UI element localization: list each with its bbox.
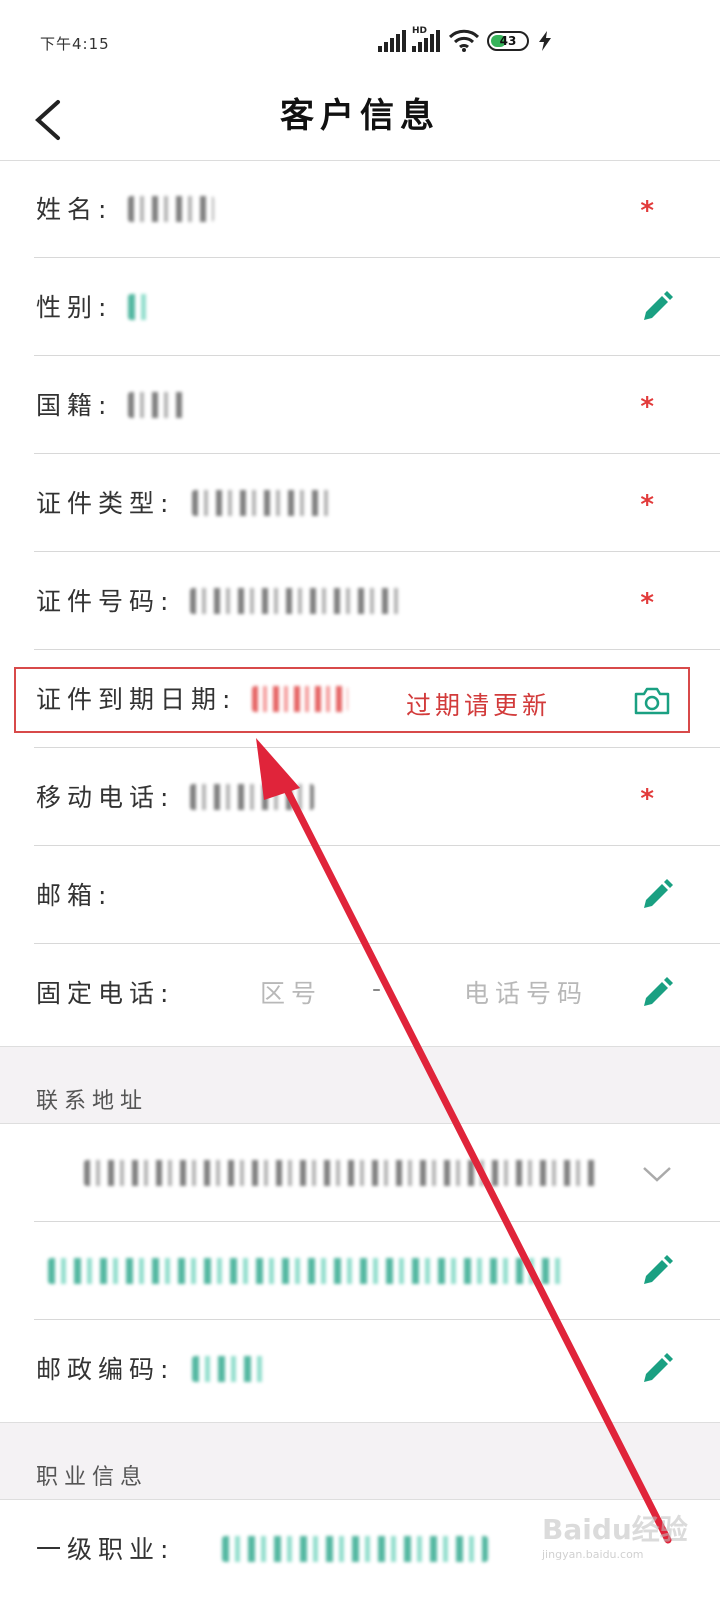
edit-icon[interactable] (640, 1254, 674, 1288)
address-region-select[interactable] (0, 1124, 720, 1222)
section-label: 职业信息 (36, 1465, 149, 1490)
section-header-address: 联系地址 (0, 1046, 720, 1124)
cellular-signal-icon (378, 30, 406, 52)
redacted-value (222, 1536, 488, 1562)
field-label: 证件类型: (36, 489, 175, 518)
field-label: 国籍: (36, 391, 113, 420)
phone-number-input[interactable]: 电话号码 (464, 974, 588, 1010)
wifi-icon (448, 29, 480, 52)
field-label: 邮箱: (36, 881, 113, 910)
edit-icon[interactable] (640, 878, 674, 912)
section-label: 联系地址 (36, 1089, 149, 1114)
status-bar: 下午4:15 HD 43 (0, 0, 720, 80)
required-mark: * (640, 490, 654, 520)
highlight-box (14, 667, 690, 733)
baidu-watermark: Baidu经验 (542, 1513, 688, 1546)
status-time: 下午4:15 (40, 35, 110, 53)
field-nationality[interactable]: 国籍: * (0, 356, 720, 454)
redacted-value (190, 588, 406, 614)
page-title: 客户信息 (280, 96, 440, 136)
charging-icon (539, 31, 551, 51)
cellular-signal-2-icon (412, 30, 440, 52)
field-mobile[interactable]: 移动电话: * (0, 748, 720, 846)
separator: - (372, 974, 382, 1003)
battery-icon: 43 (487, 31, 529, 51)
field-label: 移动电话: (36, 783, 175, 812)
field-gender[interactable]: 性别: (0, 258, 720, 356)
field-label: 姓名: (36, 195, 113, 224)
redacted-value (84, 1160, 600, 1186)
watermark-url: jingyan.baidu.com (542, 1548, 644, 1561)
redacted-value (192, 1356, 270, 1382)
field-label: 证件号码: (36, 587, 175, 616)
field-label: 邮政编码: (36, 1355, 175, 1384)
field-label: 固定电话: (36, 979, 175, 1008)
field-landline[interactable]: 固定电话: 区号 - 电话号码 (0, 944, 720, 1042)
chevron-down-icon[interactable] (640, 1158, 674, 1188)
edit-icon[interactable] (640, 1352, 674, 1386)
redacted-value (128, 392, 186, 418)
field-postal-code[interactable]: 邮政编码: (0, 1320, 720, 1418)
field-label: 一级职业: (36, 1535, 175, 1564)
field-id-type[interactable]: 证件类型: * (0, 454, 720, 552)
redacted-value (192, 490, 336, 516)
edit-icon[interactable] (640, 290, 674, 324)
edit-icon[interactable] (640, 976, 674, 1010)
required-mark: * (640, 784, 654, 814)
header: 客户信息 (0, 80, 720, 161)
field-label: 性别: (36, 293, 113, 322)
field-email[interactable]: 邮箱: (0, 846, 720, 944)
required-mark: * (640, 196, 654, 226)
required-mark: * (640, 588, 654, 618)
redacted-value (48, 1258, 564, 1284)
redacted-value (190, 784, 314, 810)
field-name[interactable]: 姓名: * (0, 160, 720, 258)
address-detail-field[interactable] (0, 1222, 720, 1320)
battery-text: 43 (499, 34, 517, 48)
redacted-value (128, 196, 214, 222)
required-mark: * (640, 392, 654, 422)
section-header-occupation: 职业信息 (0, 1422, 720, 1500)
redacted-value (128, 294, 150, 320)
area-code-input[interactable]: 区号 (260, 974, 322, 1010)
field-id-number[interactable]: 证件号码: * (0, 552, 720, 650)
